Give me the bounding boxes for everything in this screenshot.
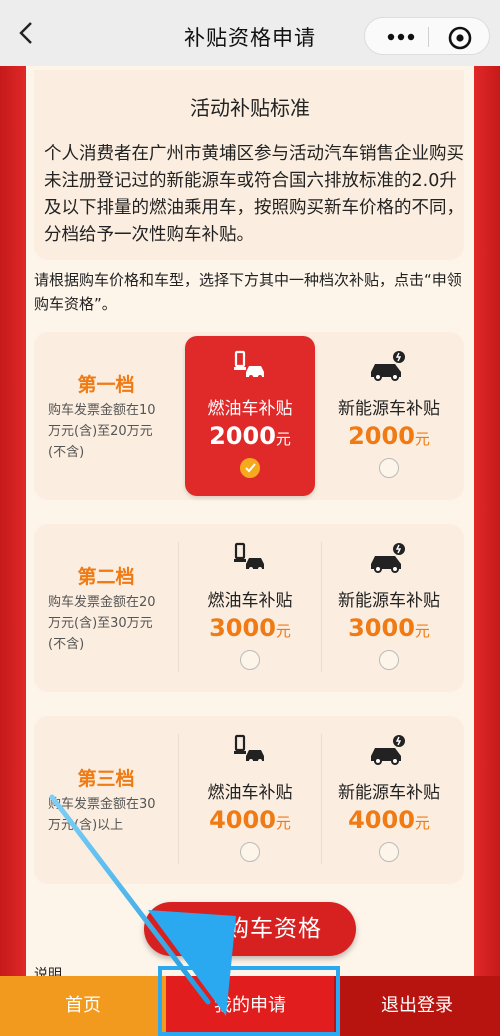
tier-name: 第二档 (77, 566, 135, 588)
tier-description: 购车发票金额在30万元(含)以上 (48, 797, 156, 833)
tab-my-application[interactable]: 我的申请 (166, 976, 334, 1036)
ellipsis-icon (387, 33, 415, 41)
option-amount: 4000元 (209, 806, 291, 834)
option-amount: 3000元 (209, 614, 291, 642)
electric-car-icon (324, 542, 454, 576)
tier-description: 购车发票金额在20万元(含)至30万元(不含) (48, 595, 156, 652)
option-name: 燃油车补贴 (207, 399, 293, 419)
tier-description: 购车发票金额在10万元(含)至20万元(不含) (48, 403, 156, 460)
option-radio[interactable] (240, 650, 260, 670)
subsidy-standard-text: 个人消费者在广州市黄埔区参与活动汽车销售企业购买未注册登记过的新能源车或符合国六… (44, 144, 464, 245)
tier-name: 第一档 (77, 374, 135, 396)
option-radio[interactable] (379, 842, 399, 862)
divider (178, 542, 179, 672)
option-name: 新能源车补贴 (338, 591, 440, 611)
top-nav-bar: 补贴资格申请 (0, 0, 500, 66)
tier2-gas-option[interactable]: 燃油车补贴 3000元 (185, 528, 315, 688)
divider (321, 542, 322, 672)
tier2-electric-option[interactable]: 新能源车补贴 3000元 (324, 528, 454, 688)
option-amount: 3000元 (348, 614, 430, 642)
gas-car-icon (185, 350, 315, 384)
tier-card-2: 第二档 购车发票金额在20万元(含)至30万元(不含) 燃油车补贴 3000元 … (34, 524, 464, 692)
subsidy-standard-title: 活动补贴标准 (190, 96, 310, 120)
close-button[interactable] (447, 25, 473, 51)
tier3-gas-option[interactable]: 燃油车补贴 4000元 (185, 720, 315, 880)
frame-left-edge (0, 66, 26, 976)
target-close-icon (448, 26, 472, 50)
bottom-tab-bar: 首页 我的申请 退出登录 (0, 976, 500, 1036)
more-button[interactable] (379, 25, 423, 49)
tier-name: 第三档 (77, 768, 135, 790)
tier1-gas-option[interactable]: 燃油车补贴 2000元 (185, 336, 315, 496)
apply-qualification-button[interactable]: 申领购车资格 (144, 902, 356, 956)
option-radio[interactable] (240, 842, 260, 862)
option-amount: 2000元 (209, 422, 291, 450)
option-name: 燃油车补贴 (207, 783, 293, 803)
gas-car-icon (185, 542, 315, 576)
instruction-text: 请根据购车价格和车型，选择下方其中一种档次补贴，点击“申领购车资格”。 (34, 271, 462, 313)
option-name: 燃油车补贴 (207, 591, 293, 611)
gas-car-icon (185, 734, 315, 768)
divider (178, 734, 179, 864)
tier3-electric-option[interactable]: 新能源车补贴 4000元 (324, 720, 454, 880)
electric-car-icon (324, 734, 454, 768)
option-radio[interactable] (379, 458, 399, 478)
option-radio[interactable] (379, 650, 399, 670)
tier1-electric-option[interactable]: 新能源车补贴 2000元 (324, 336, 454, 496)
selected-check-icon[interactable] (240, 458, 260, 478)
divider (321, 734, 322, 864)
tab-logout[interactable]: 退出登录 (334, 976, 500, 1036)
frame-right-edge (474, 66, 500, 976)
tier-card-1: 第一档 购车发票金额在10万元(含)至20万元(不含) 燃油车补贴 2000元 … (34, 332, 464, 500)
option-name: 新能源车补贴 (338, 399, 440, 419)
tier-card-3: 第三档 购车发票金额在30万元(含)以上 燃油车补贴 4000元 新能源车补贴 … (34, 716, 464, 884)
notes-heading: 说明 (34, 967, 62, 976)
option-name: 新能源车补贴 (338, 783, 440, 803)
electric-car-icon (324, 350, 454, 384)
mini-program-capsule (364, 17, 490, 55)
capsule-divider (428, 27, 429, 47)
option-amount: 4000元 (348, 806, 430, 834)
tab-home[interactable]: 首页 (0, 976, 166, 1036)
option-amount: 2000元 (348, 422, 430, 450)
